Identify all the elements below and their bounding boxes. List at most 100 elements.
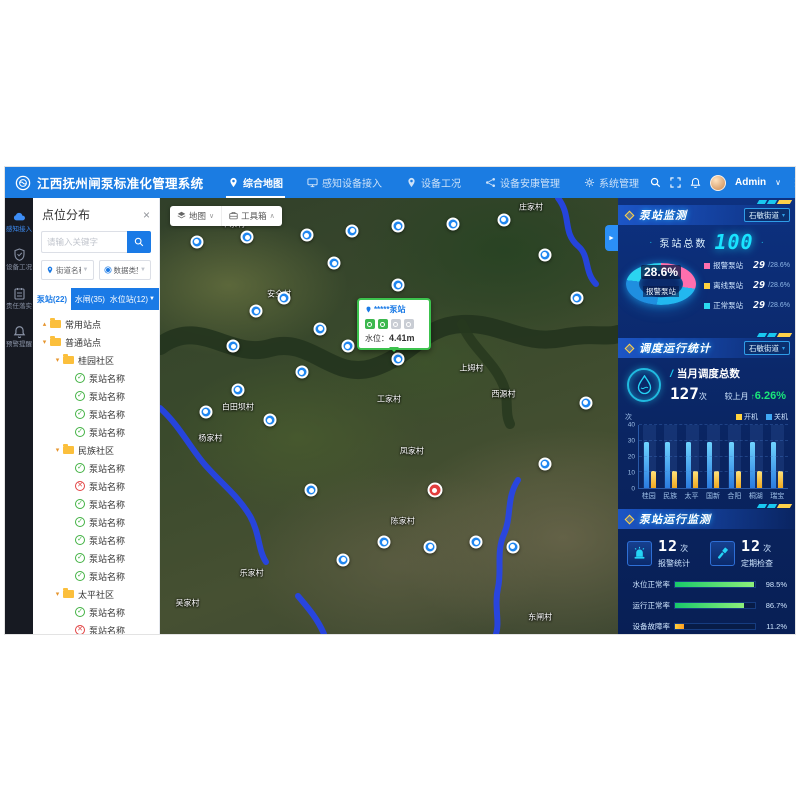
station-marker[interactable] <box>579 396 592 409</box>
gridline <box>639 471 788 472</box>
station-tree: ▴常用站点▾普通站点▾桂园社区✓泵站名称✓泵站名称✓泵站名称✓泵站名称▾民族社区… <box>33 310 159 634</box>
tree-item[interactable]: ✓泵站名称 <box>33 369 159 387</box>
monitor-icon <box>307 177 318 188</box>
station-marker[interactable] <box>295 366 308 379</box>
sidebar-item-感知接入[interactable]: 感知接入 <box>6 210 33 233</box>
station-marker[interactable] <box>190 235 203 248</box>
tree-item[interactable]: ✓泵站名称 <box>33 387 159 405</box>
station-marker[interactable] <box>346 224 359 237</box>
station-marker[interactable] <box>337 553 350 566</box>
chevron-down-icon: ▼ <box>83 267 89 273</box>
tree-folder[interactable]: ▾民族社区 <box>33 441 159 459</box>
station-marker[interactable] <box>470 536 483 549</box>
tree-item[interactable]: ✓泵站名称 <box>33 549 159 567</box>
tab-泵站(22)[interactable]: 泵站(22) <box>33 288 71 310</box>
runtime-stat-label: 报警统计 <box>658 558 690 569</box>
pump-total-row: · 泵站总数 100 · <box>618 232 795 252</box>
toolbox-button[interactable]: 工具箱 ∧ <box>221 206 282 226</box>
close-icon[interactable]: × <box>143 209 150 221</box>
nav-item-感知设备接入[interactable]: 感知设备接入 <box>296 167 393 198</box>
tree-item[interactable]: ✓泵站名称 <box>33 495 159 513</box>
station-marker[interactable] <box>314 322 327 335</box>
nav-item-系统管理[interactable]: 系统管理 <box>573 167 650 198</box>
avatar[interactable] <box>710 175 726 191</box>
nav-item-label: 系统管理 <box>599 175 639 190</box>
user-name[interactable]: Admin <box>735 177 766 188</box>
status-error-icon: ✕ <box>75 481 85 491</box>
runtime-stat-value: 12次 <box>658 538 690 556</box>
alarm-station-marker[interactable] <box>427 483 442 498</box>
station-marker[interactable] <box>447 218 460 231</box>
panel-collapse-button[interactable]: ► <box>605 225 618 251</box>
search-input[interactable] <box>41 231 127 253</box>
station-marker[interactable] <box>341 340 354 353</box>
chevron-down-icon[interactable]: ▼ <box>149 288 159 310</box>
station-marker[interactable] <box>506 540 519 553</box>
station-marker[interactable] <box>497 213 510 226</box>
street-select[interactable]: 石敏街道 ▾ <box>744 208 790 222</box>
tree-item[interactable]: ✓泵站名称 <box>33 513 159 531</box>
tree-item[interactable]: ✓泵站名称 <box>33 567 159 585</box>
runtime-stat-报警统计: 12次报警统计 <box>627 538 703 569</box>
search-button[interactable] <box>127 231 151 253</box>
more-icon[interactable]: ⋮ <box>790 176 795 189</box>
station-marker[interactable] <box>392 220 405 233</box>
map[interactable]: 中余村庄家村安全村上姆村西源村工家村白田坝村杨家村凤家村陈家村乐家村吴家村东闸村… <box>160 198 618 634</box>
tab-水闸(35)[interactable]: 水闸(35) <box>71 288 109 310</box>
donut-center-label: 28.6% 报警泵站 <box>626 263 696 299</box>
tree-item[interactable]: ✓泵站名称 <box>33 459 159 477</box>
station-marker[interactable] <box>250 305 263 318</box>
station-marker[interactable] <box>263 414 276 427</box>
filter-select-数据类型[interactable]: 数据类型▼ <box>99 260 152 280</box>
tab-水位站(12)[interactable]: 水位站(12) <box>109 288 149 310</box>
bar-关机 <box>665 442 670 488</box>
station-marker[interactable] <box>392 279 405 292</box>
station-marker[interactable] <box>241 231 254 244</box>
nav-item-设备工况[interactable]: 设备工况 <box>395 167 472 198</box>
folder-label: 普通站点 <box>65 336 101 349</box>
sidebar-item-预警提醒[interactable]: 预警提醒 <box>6 325 33 348</box>
fullscreen-icon[interactable] <box>670 177 681 188</box>
search-icon[interactable] <box>650 177 661 188</box>
station-marker[interactable] <box>305 484 318 497</box>
station-marker[interactable] <box>538 457 551 470</box>
filter-select-街道名称[interactable]: 街道名称▼ <box>41 260 94 280</box>
sidebar-item-设备工况[interactable]: 设备工况 <box>6 248 33 271</box>
tree-item[interactable]: ✕泵站名称 <box>33 621 159 634</box>
station-marker[interactable] <box>424 540 437 553</box>
station-marker[interactable] <box>378 536 391 549</box>
map-layer-button[interactable]: 地图 ∨ <box>170 206 221 226</box>
tree-item[interactable]: ✓泵站名称 <box>33 423 159 441</box>
station-marker[interactable] <box>199 405 212 418</box>
toolbox-label: 工具箱 <box>241 210 267 222</box>
app-window: 江西抚州闸泵标准化管理系统 综合地图感知设备接入设备工况设备安康管理系统管理 A… <box>5 167 795 634</box>
station-marker[interactable] <box>231 383 244 396</box>
tree-item[interactable]: ✕泵站名称 <box>33 477 159 495</box>
station-marker[interactable] <box>538 248 551 261</box>
tree-item[interactable]: ✓泵站名称 <box>33 405 159 423</box>
runtime-stat-定期检查: 12次定期检查 <box>710 538 786 569</box>
tree-folder[interactable]: ▴常用站点 <box>33 315 159 333</box>
tree-folder[interactable]: ▾太平社区 <box>33 585 159 603</box>
sidebar-item-责任落实[interactable]: 责任落实 <box>6 287 33 310</box>
tree-item[interactable]: ✓泵站名称 <box>33 531 159 549</box>
station-marker[interactable] <box>277 292 290 305</box>
header-decoration <box>758 504 791 508</box>
station-marker[interactable] <box>328 257 341 270</box>
map-layer-label: 地图 <box>189 210 206 222</box>
station-marker[interactable] <box>227 340 240 353</box>
tree-folder[interactable]: ▾ 普通站点 <box>33 333 159 351</box>
header-decoration <box>758 200 791 204</box>
street-select[interactable]: 石敏街道 ▾ <box>744 341 790 355</box>
station-marker[interactable] <box>570 292 583 305</box>
station-marker[interactable] <box>300 229 313 242</box>
bell-icon[interactable] <box>690 177 701 188</box>
status-error-icon: ✕ <box>75 625 85 634</box>
tree-folder[interactable]: ▾桂园社区 <box>33 351 159 369</box>
y-tick: 30 <box>628 438 635 445</box>
nav-item-综合地图[interactable]: 综合地图 <box>217 167 294 198</box>
nav-item-设备安康管理[interactable]: 设备安康管理 <box>474 167 571 198</box>
chevron-down-icon[interactable]: ∨ <box>775 178 781 187</box>
tree-item[interactable]: ✓泵站名称 <box>33 603 159 621</box>
caret-expanded-icon: ▾ <box>39 338 50 346</box>
